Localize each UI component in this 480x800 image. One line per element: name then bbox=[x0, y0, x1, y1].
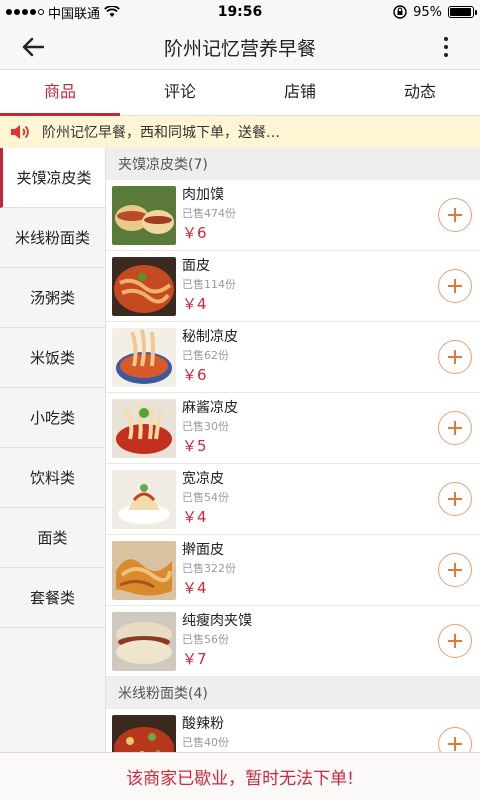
tab-bar: 商品 评论 店铺 动态 bbox=[0, 70, 480, 116]
category-item[interactable]: 米饭类 bbox=[0, 328, 105, 388]
add-to-cart-button[interactable] bbox=[438, 340, 472, 374]
notice-text: 阶州记忆早餐，西和同城下单，送餐… bbox=[42, 125, 280, 141]
product-name: 麻酱凉皮 bbox=[182, 400, 238, 416]
product-image bbox=[112, 541, 176, 600]
add-to-cart-button[interactable] bbox=[438, 269, 472, 303]
category-item[interactable]: 小吃类 bbox=[0, 388, 105, 448]
add-to-cart-button[interactable] bbox=[438, 553, 472, 587]
product-item[interactable]: 面皮 已售114份 ￥4 bbox=[106, 251, 480, 322]
product-name: 擀面皮 bbox=[182, 542, 224, 558]
product-item[interactable]: 宽凉皮 已售54份 ￥4 bbox=[106, 464, 480, 535]
battery-icon bbox=[448, 6, 477, 18]
plus-icon bbox=[448, 563, 462, 577]
product-name: 宽凉皮 bbox=[182, 471, 224, 487]
product-image bbox=[112, 186, 176, 245]
product-sold: 已售474份 bbox=[182, 207, 236, 220]
category-item[interactable]: 饮料类 bbox=[0, 448, 105, 508]
category-item[interactable]: 汤粥类 bbox=[0, 268, 105, 328]
product-name: 酸辣粉 bbox=[182, 716, 224, 732]
product-sold: 已售30份 bbox=[182, 420, 229, 433]
product-price: ￥4 bbox=[182, 295, 207, 313]
tab-reviews[interactable]: 评论 bbox=[120, 70, 240, 115]
product-price: ￥6 bbox=[182, 224, 207, 242]
plus-icon bbox=[448, 421, 462, 435]
product-sold: 已售40份 bbox=[182, 736, 229, 749]
add-to-cart-button[interactable] bbox=[438, 727, 472, 752]
product-name: 面皮 bbox=[182, 258, 210, 274]
plus-icon bbox=[448, 279, 462, 293]
store-closed-bar: 该商家已歇业，暂时无法下单! bbox=[0, 752, 480, 800]
status-right: 95% bbox=[393, 0, 477, 24]
app-bar: 阶州记忆营养早餐 bbox=[0, 24, 480, 70]
add-to-cart-button[interactable] bbox=[438, 482, 472, 516]
product-image bbox=[112, 715, 176, 752]
product-price: ￥4 bbox=[182, 508, 207, 526]
category-item[interactable]: 套餐类 bbox=[0, 568, 105, 628]
add-to-cart-button[interactable] bbox=[438, 411, 472, 445]
tab-products[interactable]: 商品 bbox=[0, 70, 120, 116]
category-item[interactable]: 面类 bbox=[0, 508, 105, 568]
product-price: ￥5 bbox=[182, 437, 207, 455]
notice-banner[interactable]: 阶州记忆早餐，西和同城下单，送餐… bbox=[0, 116, 480, 148]
product-image bbox=[112, 470, 176, 529]
product-sold: 已售62份 bbox=[182, 349, 229, 362]
tab-updates[interactable]: 动态 bbox=[360, 70, 480, 115]
product-image bbox=[112, 257, 176, 316]
more-options-button[interactable] bbox=[436, 32, 456, 62]
product-name: 纯瘦肉夹馍 bbox=[182, 613, 252, 629]
product-item[interactable]: 麻酱凉皮 已售30份 ￥5 bbox=[106, 393, 480, 464]
product-sold: 已售114份 bbox=[182, 278, 236, 291]
product-image bbox=[112, 612, 176, 671]
product-price: ￥4 bbox=[182, 579, 207, 597]
product-sold: 已售56份 bbox=[182, 633, 229, 646]
plus-icon bbox=[448, 350, 462, 364]
product-item[interactable]: 肉加馍 已售474份 ￥6 bbox=[106, 180, 480, 251]
product-price: ￥6 bbox=[182, 366, 207, 384]
page-title: 阶州记忆营养早餐 bbox=[163, 38, 316, 60]
plus-icon bbox=[448, 208, 462, 222]
rotation-lock-icon bbox=[393, 5, 407, 19]
plus-icon bbox=[448, 634, 462, 648]
speaker-icon bbox=[11, 125, 29, 139]
more-vertical-icon bbox=[444, 37, 448, 41]
category-item[interactable]: 米线粉面类 bbox=[0, 208, 105, 268]
plus-icon bbox=[448, 737, 462, 751]
product-item[interactable]: 酸辣粉 已售40份 bbox=[106, 709, 480, 752]
product-name: 肉加馍 bbox=[182, 187, 224, 203]
product-item[interactable]: 秘制凉皮 已售62份 ￥6 bbox=[106, 322, 480, 393]
product-image bbox=[112, 328, 176, 387]
battery-percent: 95% bbox=[413, 4, 442, 20]
product-price: ￥7 bbox=[182, 650, 207, 668]
add-to-cart-button[interactable] bbox=[438, 624, 472, 658]
product-list[interactable]: 夹馍凉皮类(7) 肉加馍 已售474份 ￥6 面皮 已售114份 ￥4 秘制凉皮… bbox=[106, 148, 480, 752]
section-header: 夹馍凉皮类(7) bbox=[106, 148, 480, 180]
product-sold: 已售54份 bbox=[182, 491, 229, 504]
product-sold: 已售322份 bbox=[182, 562, 236, 575]
product-item[interactable]: 纯瘦肉夹馍 已售56份 ￥7 bbox=[106, 606, 480, 677]
product-item[interactable]: 擀面皮 已售322份 ￥4 bbox=[106, 535, 480, 606]
section-header: 米线粉面类(4) bbox=[106, 677, 480, 709]
product-name: 秘制凉皮 bbox=[182, 329, 238, 345]
plus-icon bbox=[448, 492, 462, 506]
tab-store[interactable]: 店铺 bbox=[240, 70, 360, 115]
product-image bbox=[112, 399, 176, 458]
add-to-cart-button[interactable] bbox=[438, 198, 472, 232]
status-bar: 中国联通 19:56 95% bbox=[0, 0, 480, 24]
more-dot bbox=[444, 45, 448, 49]
category-item[interactable]: 夹馍凉皮类 bbox=[0, 148, 105, 208]
more-dot bbox=[444, 53, 448, 57]
category-sidebar: 夹馍凉皮类 米线粉面类 汤粥类 米饭类 小吃类 饮料类 面类 套餐类 bbox=[0, 148, 106, 752]
battery-level bbox=[450, 8, 471, 16]
